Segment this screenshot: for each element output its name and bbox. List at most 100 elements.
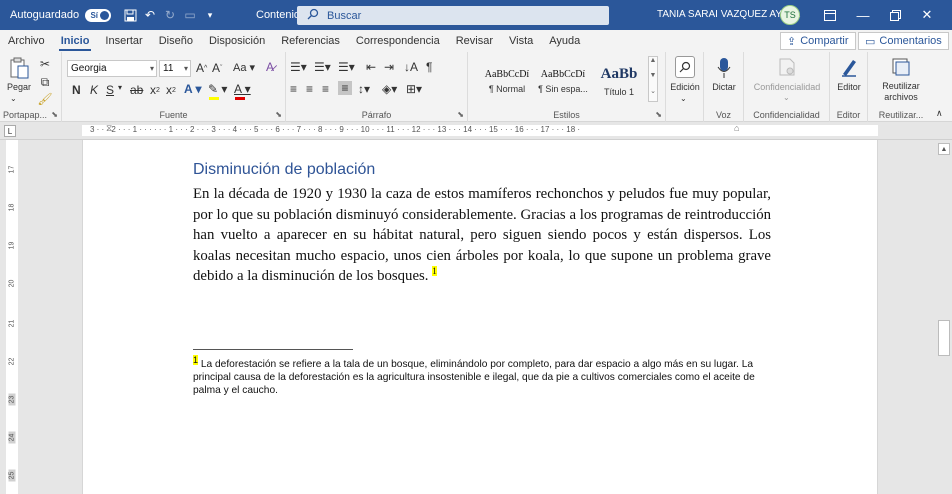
clear-formatting-icon[interactable]: A̷ <box>266 60 274 74</box>
undo-icon[interactable]: ↶ <box>142 7 158 23</box>
autosave-toggle[interactable]: Sí <box>85 9 111 22</box>
editor-button-label[interactable]: Editor <box>830 82 868 93</box>
styles-down-icon[interactable]: ▼ <box>649 72 657 79</box>
cut-icon[interactable]: ✂ <box>38 57 52 71</box>
section-heading[interactable]: Disminución de población <box>193 161 375 179</box>
ruler-numbers: 3 · · · 2 · · · 1 · · · · · · 1 · · · 2 … <box>90 125 581 134</box>
reuse-label-line2[interactable]: archivos <box>868 92 934 103</box>
italic-button[interactable]: K <box>90 83 98 97</box>
format-painter-icon[interactable]: 🖌 <box>37 92 52 106</box>
align-left-icon[interactable]: ≡ <box>290 82 297 96</box>
tab-ayuda[interactable]: Ayuda <box>541 30 588 52</box>
justify-icon[interactable]: ≡ <box>338 81 352 95</box>
close-icon[interactable]: ✕ <box>912 0 942 30</box>
font-family-combo[interactable]: Georgia ▾ <box>67 60 157 77</box>
tab-revisar[interactable]: Revisar <box>448 30 501 52</box>
vruler-num: 20 <box>8 279 16 288</box>
shrink-font-icon[interactable]: Aˇ <box>212 61 222 75</box>
dictate-label[interactable]: Dictar <box>704 82 744 93</box>
scroll-up-icon[interactable]: ▲ <box>938 143 950 155</box>
underline-button[interactable]: S <box>106 83 114 97</box>
sensitivity-chevron-icon[interactable]: ⌄ <box>783 93 790 102</box>
style-normal[interactable]: AaBbCcDí ¶ Normal <box>480 60 534 102</box>
grow-font-icon[interactable]: A ^ <box>196 61 207 75</box>
strikethrough-icon[interactable]: ab <box>130 83 143 97</box>
tab-inicio[interactable]: Inicio <box>53 30 98 52</box>
bold-button[interactable]: N <box>72 83 81 97</box>
style-heading-1[interactable]: AaBb Título 1 <box>592 60 646 102</box>
vertical-scrollbar[interactable]: ▲ <box>936 140 952 494</box>
styles-up-icon[interactable]: ▲ <box>649 57 657 64</box>
decrease-indent-icon[interactable]: ⇤ <box>366 60 376 74</box>
text-effects-icon[interactable]: A ▾ <box>184 82 202 96</box>
footnote[interactable]: 1 La deforestación se refiere a la tala … <box>193 354 771 397</box>
font-launcher-icon[interactable]: ⬊ <box>275 110 282 119</box>
scroll-thumb[interactable] <box>938 320 950 356</box>
style-no-spacing[interactable]: AaBbCcDí ¶ Sin espa... <box>536 60 590 102</box>
numbering-icon[interactable]: ☰▾ <box>314 60 331 74</box>
copy-icon[interactable]: ⧉ <box>38 75 52 89</box>
document-page[interactable]: Disminución de población En la década de… <box>82 140 878 494</box>
share-button[interactable]: ⇪ Compartir <box>780 32 856 50</box>
footnote-reference[interactable]: 1 <box>432 266 437 277</box>
user-name[interactable]: TANIA SARAI VAZQUEZ AYALA <box>657 9 800 20</box>
clipboard-launcher-icon[interactable]: ⬊ <box>51 110 58 119</box>
styles-more-icon[interactable]: ⌄ <box>649 87 657 95</box>
collapse-ribbon-icon[interactable]: ∧ <box>936 108 943 119</box>
bullets-icon[interactable]: ☰▾ <box>290 60 307 74</box>
change-case-icon[interactable]: Aa ▾ <box>233 61 255 74</box>
sensitivity-icon[interactable] <box>777 56 797 78</box>
tab-vista[interactable]: Vista <box>501 30 541 52</box>
reuse-files-icon[interactable] <box>890 56 912 78</box>
customize-qat-icon[interactable]: ▾ <box>202 7 218 23</box>
save-icon[interactable] <box>122 7 138 23</box>
font-size-combo[interactable]: 11 ▾ <box>159 60 191 77</box>
show-marks-icon[interactable]: ¶ <box>426 60 432 74</box>
group-editing[interactable]: Edición ⌄ <box>666 52 704 122</box>
tab-selector-icon[interactable]: L <box>4 125 16 137</box>
styles-gallery-scroll[interactable]: ▲ ▼ ⌄ <box>648 56 658 102</box>
tab-diseno[interactable]: Diseño <box>151 30 201 52</box>
horizontal-ruler[interactable]: L 3 · · · 2 · · · 1 · · · · · · 1 · · · … <box>0 122 952 140</box>
font-color-icon[interactable]: A ▾ <box>234 82 251 96</box>
tab-disposicion[interactable]: Disposición <box>201 30 273 52</box>
align-right-icon[interactable]: ≡ <box>322 82 329 96</box>
paragraph-launcher-icon[interactable]: ⬊ <box>457 110 464 119</box>
minimize-icon[interactable]: — <box>848 0 878 30</box>
shading-icon[interactable]: ◈▾ <box>382 82 397 96</box>
align-center-icon[interactable]: ≡ <box>306 82 313 96</box>
comments-button[interactable]: ▭ Comentarios <box>858 32 949 50</box>
editor-icon[interactable] <box>839 56 859 78</box>
tab-archivo[interactable]: Archivo <box>0 30 53 52</box>
increase-indent-icon[interactable]: ⇥ <box>384 60 394 74</box>
body-paragraph[interactable]: En la década de 1920 y 1930 la caza de e… <box>193 184 771 287</box>
right-indent-marker-icon[interactable]: ⌂ <box>734 123 739 133</box>
sort-icon[interactable]: ↓A <box>404 60 418 74</box>
superscript-icon[interactable]: x2 <box>166 83 176 97</box>
ribbon-display-icon[interactable] <box>815 0 845 30</box>
subscript-icon[interactable]: x2 <box>150 83 160 97</box>
paste-chevron-icon[interactable]: ⌄ <box>10 94 17 103</box>
reuse-label-line1[interactable]: Reutilizar <box>868 81 934 92</box>
styles-launcher-icon[interactable]: ⬊ <box>655 110 662 119</box>
tab-correspondencia[interactable]: Correspondencia <box>348 30 448 52</box>
vertical-ruler[interactable]: 17 18 19 20 21 22 23 24 25 <box>6 140 18 494</box>
paste-label[interactable]: Pegar <box>4 82 34 93</box>
microphone-icon[interactable] <box>716 56 732 80</box>
search-box[interactable]: Buscar <box>297 6 609 25</box>
tab-referencias[interactable]: Referencias <box>273 30 348 52</box>
tab-insertar[interactable]: Insertar <box>97 30 150 52</box>
avatar[interactable]: TS <box>780 5 800 25</box>
indent-marker-icon[interactable]: ⧖ <box>106 123 112 134</box>
sensitivity-button-label[interactable]: Confidencialidad <box>744 82 830 93</box>
restore-icon[interactable] <box>880 0 910 30</box>
voice-group-label: Voz <box>715 110 731 120</box>
redo-icon[interactable]: ↻ <box>162 7 178 23</box>
line-spacing-icon[interactable]: ↕▾ <box>358 82 370 96</box>
borders-icon[interactable]: ⊞▾ <box>406 82 422 96</box>
quickprint-icon[interactable]: ▭ <box>182 7 198 23</box>
multilevel-list-icon[interactable]: ☰▾ <box>338 60 355 74</box>
paste-icon[interactable] <box>8 56 30 80</box>
underline-chevron-icon[interactable]: ▾ <box>118 83 122 92</box>
highlight-icon[interactable]: ✎ ▾ <box>208 82 227 96</box>
